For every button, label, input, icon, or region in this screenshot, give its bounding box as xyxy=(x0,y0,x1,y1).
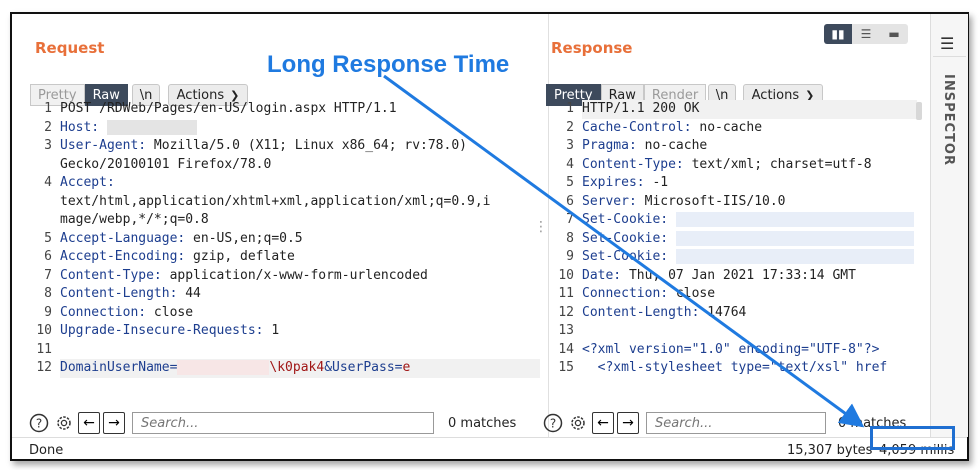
burp-message-viewer: Long Response Time Request Pretty Raw \n… xyxy=(10,12,969,461)
annotation-arrow xyxy=(383,74,865,428)
